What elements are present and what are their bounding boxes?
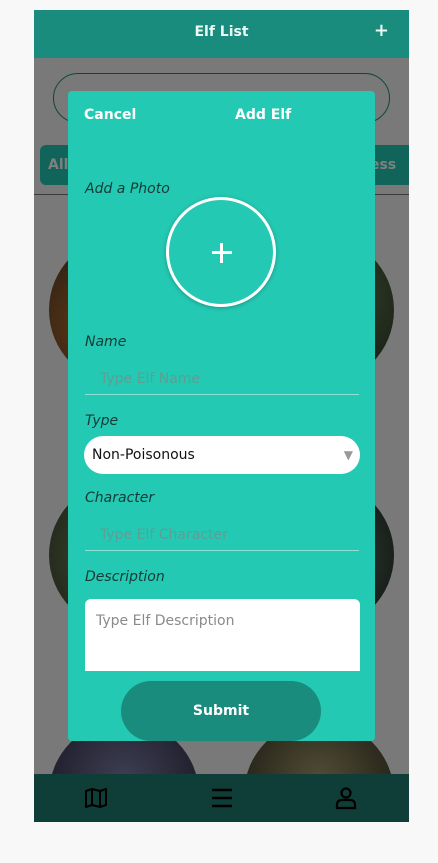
top-bar: Elf List + (34, 10, 409, 58)
type-select[interactable]: Non-Poisonous ▼ (84, 436, 360, 474)
page-title: Elf List (194, 24, 249, 40)
caret-down-icon: ▼ (343, 448, 353, 462)
type-selected-value: Non-Poisonous (92, 447, 195, 463)
map-icon[interactable] (84, 786, 108, 810)
character-label: Character (85, 490, 155, 506)
add-elf-modal: Cancel Add Elf Add a Photo Name Type Non… (68, 91, 375, 741)
description-label: Description (85, 569, 165, 585)
menu-icon[interactable] (210, 786, 234, 810)
character-field[interactable] (85, 519, 359, 551)
name-field[interactable] (85, 363, 359, 395)
add-photo-button[interactable] (166, 197, 276, 307)
photo-label: Add a Photo (85, 181, 170, 197)
add-button[interactable]: + (374, 20, 389, 41)
cancel-button[interactable]: Cancel (84, 107, 136, 123)
modal-title: Add Elf (235, 107, 292, 123)
type-label: Type (85, 413, 119, 429)
name-label: Name (85, 334, 127, 350)
bottom-nav (34, 774, 409, 822)
submit-button[interactable]: Submit (121, 681, 321, 741)
app-screen: Elf List + All ness Cancel Add Elf Add a… (34, 10, 409, 822)
profile-icon[interactable] (334, 786, 358, 810)
